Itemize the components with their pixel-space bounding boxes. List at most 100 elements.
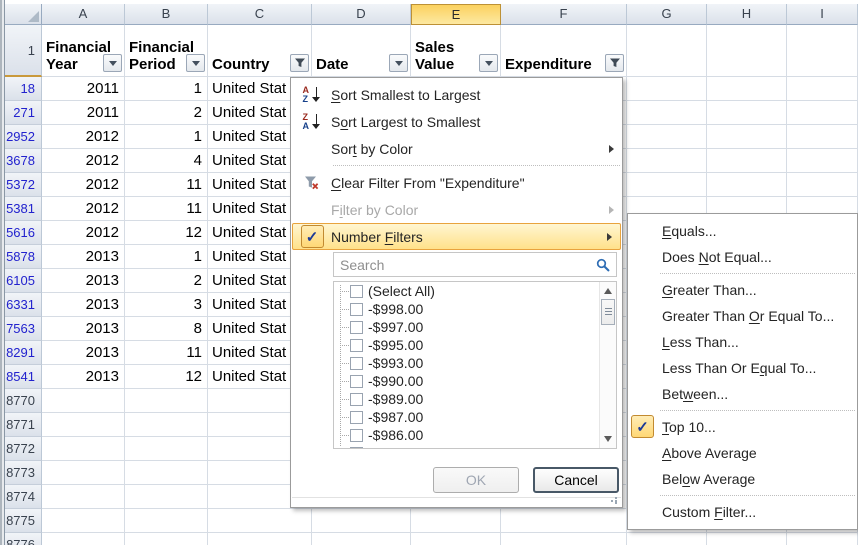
column-header-B[interactable]: B [125,4,208,25]
cell-row3678-I[interactable] [787,149,858,173]
cell-row18-G[interactable] [627,77,707,101]
cell-row8776-D[interactable] [312,533,411,545]
row-header-5381[interactable]: 5381 [5,197,42,221]
filter-button-e[interactable] [479,54,498,72]
row-header-8541[interactable]: 8541 [5,365,42,389]
column-header-E[interactable]: E [411,4,501,25]
resize-grip[interactable] [606,497,617,504]
list-item-995-00[interactable]: -$995.00 [334,336,600,354]
cell-row5372-H[interactable] [707,173,787,197]
header-cell-C[interactable]: Country [208,25,312,77]
checkbox[interactable] [350,429,363,442]
cell-row2952-H[interactable] [707,125,787,149]
header-cell-E[interactable]: SalesValue [411,25,501,77]
checkbox[interactable] [350,321,363,334]
submenu-item-above-average[interactable]: Above Average [628,440,857,466]
cell-row8775-B[interactable] [125,509,208,533]
cell-row5372-G[interactable] [627,173,707,197]
cell-row8775-F[interactable] [501,509,627,533]
column-header-H[interactable]: H [707,4,787,25]
cell-row2952-A[interactable]: 2012 [42,125,125,149]
cell-row8776-G[interactable] [627,533,707,545]
cell-row3678-H[interactable] [707,149,787,173]
cell-row5616-A[interactable]: 2012 [42,221,125,245]
row-header-8772[interactable]: 8772 [5,437,42,461]
cell-row8776-C[interactable] [208,533,312,545]
menu-item-filter-by-color[interactable]: Filter by Color [291,196,622,223]
cell-row5878-B[interactable]: 1 [125,245,208,269]
select-all-corner[interactable] [5,4,42,25]
list-item-select-all[interactable]: (Select All) [334,282,600,300]
cell-row5381-B[interactable]: 11 [125,197,208,221]
checkbox[interactable] [350,285,363,298]
cell-row7563-B[interactable]: 8 [125,317,208,341]
cell-row8291-A[interactable]: 2013 [42,341,125,365]
row-header-6331[interactable]: 6331 [5,293,42,317]
row-header-18[interactable]: 18 [5,77,42,101]
filter-button-b[interactable] [186,54,205,72]
cell-row5878-A[interactable]: 2013 [42,245,125,269]
column-header-D[interactable]: D [312,4,411,25]
cell-row8775-A[interactable] [42,509,125,533]
header-cell-F[interactable]: Expenditure [501,25,627,77]
cell-row3678-A[interactable]: 2012 [42,149,125,173]
submenu-item-below-average[interactable]: Below Average [628,466,857,492]
cell-row2952-B[interactable]: 1 [125,125,208,149]
menu-item-sort-largest-to-smallest[interactable]: ZASort Largest to Smallest [291,108,622,135]
cell-row271-G[interactable] [627,101,707,125]
checkbox[interactable] [350,447,363,450]
cell-row8775-E[interactable] [411,509,501,533]
cell-row2952-I[interactable] [787,125,858,149]
cell-row8776-B[interactable] [125,533,208,545]
list-item-partial[interactable] [334,444,600,449]
cell-row8776-A[interactable] [42,533,125,545]
row-header-8291[interactable]: 8291 [5,341,42,365]
cell-row5381-A[interactable]: 2012 [42,197,125,221]
checkbox[interactable] [350,339,363,352]
ok-button[interactable]: OK [433,467,519,493]
scroll-down-icon[interactable] [604,436,612,442]
checkbox[interactable] [350,303,363,316]
cell-row3678-G[interactable] [627,149,707,173]
cell-row8776-F[interactable] [501,533,627,545]
row-header-6105[interactable]: 6105 [5,269,42,293]
cell-row18-A[interactable]: 2011 [42,77,125,101]
cell-row5616-B[interactable]: 12 [125,221,208,245]
list-item-997-00[interactable]: -$997.00 [334,318,600,336]
row-header-5878[interactable]: 5878 [5,245,42,269]
menu-item-sort-smallest-to-largest[interactable]: AZSort Smallest to Largest [291,81,622,108]
column-header-A[interactable]: A [42,4,125,25]
list-scrollbar[interactable] [599,282,616,448]
cell-row271-A[interactable]: 2011 [42,101,125,125]
cell-row18-B[interactable]: 1 [125,77,208,101]
cell-row5372-B[interactable]: 11 [125,173,208,197]
cell-row6331-B[interactable]: 3 [125,293,208,317]
row-header-5372[interactable]: 5372 [5,173,42,197]
scroll-up-icon[interactable] [604,288,612,294]
cell-row18-I[interactable] [787,77,858,101]
header-cell-A[interactable]: FinancialYear [42,25,125,77]
cell-row8773-B[interactable] [125,461,208,485]
cell-row8773-A[interactable] [42,461,125,485]
list-item-989-00[interactable]: -$989.00 [334,390,600,408]
filter-button-a[interactable] [103,54,122,72]
cell-row8775-D[interactable] [312,509,411,533]
list-item-990-00[interactable]: -$990.00 [334,372,600,390]
cell-row8772-A[interactable] [42,437,125,461]
cell-row8776-E[interactable] [411,533,501,545]
cell-row8291-B[interactable]: 11 [125,341,208,365]
cell-row2952-G[interactable] [627,125,707,149]
column-header-F[interactable]: F [501,4,627,25]
cell-row8774-B[interactable] [125,485,208,509]
cell-row271-I[interactable] [787,101,858,125]
header-cell-B[interactable]: FinancialPeriod [125,25,208,77]
filter-funnel-button-c[interactable] [290,54,309,72]
cell-row8771-A[interactable] [42,413,125,437]
cell-row8772-B[interactable] [125,437,208,461]
cell-row8776-H[interactable] [707,533,787,545]
submenu-item-top-10[interactable]: ✓Top 10... [628,414,857,440]
cell-row5372-I[interactable] [787,173,858,197]
cell-row6105-B[interactable]: 2 [125,269,208,293]
column-header-C[interactable]: C [208,4,312,25]
cancel-button[interactable]: Cancel [533,467,619,493]
